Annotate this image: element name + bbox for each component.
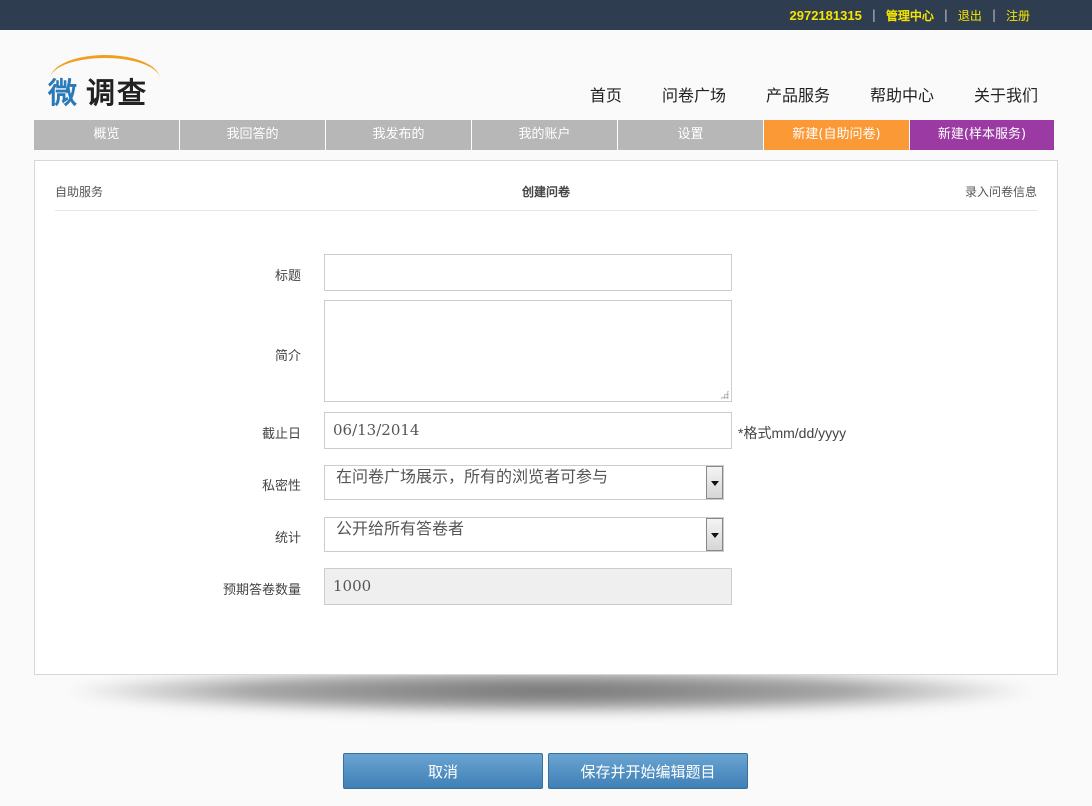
site-logo[interactable]: 微 调查	[44, 55, 164, 110]
tab-answered[interactable]: 我回答的	[180, 120, 326, 150]
expected-count-input[interactable]: 1000	[324, 568, 732, 605]
create-survey-panel: 自助服务 创建问卷 录入问卷信息 标题 简介 截止日 06/13/2014 *格…	[34, 160, 1058, 675]
nav-products[interactable]: 产品服务	[766, 82, 830, 106]
separator: |	[991, 8, 996, 22]
stats-label: 统计	[274, 531, 301, 546]
expected-count-label: 预期答卷数量	[222, 583, 301, 598]
privacy-label: 私密性	[261, 479, 301, 494]
title-input[interactable]	[324, 254, 732, 291]
resize-grip-icon[interactable]	[720, 390, 729, 399]
page-title: 创建问卷	[521, 185, 570, 199]
tab-settings[interactable]: 设置	[618, 120, 764, 150]
privacy-select[interactable]: 在问卷广场展示，所有的浏览者可参与	[324, 465, 724, 500]
separator: |	[871, 8, 876, 22]
cancel-button[interactable]: 取消	[343, 753, 543, 789]
main-nav: 首页 问卷广场 产品服务 帮助中心 关于我们	[590, 82, 1038, 106]
logo-text: 调查	[86, 76, 149, 110]
tab-overview[interactable]: 概览	[34, 120, 180, 150]
nav-about[interactable]: 关于我们	[974, 82, 1038, 106]
top-bar: 2972181315 | 管理中心 | 退出 | 注册	[0, 0, 1092, 30]
register-link[interactable]: 注册	[1006, 7, 1030, 24]
logout-link[interactable]: 退出	[958, 7, 982, 24]
title-label: 标题	[274, 269, 301, 284]
top-links: 2972181315 | 管理中心 | 退出 | 注册	[790, 0, 1031, 30]
nav-survey-square[interactable]: 问卷广场	[662, 82, 726, 106]
save-and-edit-button[interactable]: 保存并开始编辑题目	[548, 753, 748, 789]
account-tabs: 概览 我回答的 我发布的 我的账户 设置 新建(自助问卷) 新建(样本服务)	[34, 120, 1054, 150]
panel-header: 自助服务 创建问卷 录入问卷信息	[55, 179, 1037, 211]
admin-center-link[interactable]: 管理中心	[886, 7, 934, 24]
separator: |	[943, 8, 948, 22]
tab-new-sample-service[interactable]: 新建(样本服务)	[910, 120, 1054, 150]
deadline-format-hint: *格式mm/dd/yyyy	[738, 425, 847, 441]
step-label: 录入问卷信息	[964, 185, 1037, 199]
nav-help[interactable]: 帮助中心	[870, 82, 934, 106]
chevron-down-icon[interactable]	[706, 466, 723, 499]
nav-home[interactable]: 首页	[590, 82, 622, 106]
stats-select[interactable]: 公开给所有答卷者	[324, 517, 724, 552]
user-id: 2972181315	[789, 7, 862, 23]
intro-textarea[interactable]	[324, 300, 732, 402]
intro-label: 简介	[274, 349, 301, 364]
tab-published[interactable]: 我发布的	[326, 120, 472, 150]
deadline-label: 截止日	[261, 427, 301, 442]
tab-account[interactable]: 我的账户	[472, 120, 618, 150]
tab-new-self-survey[interactable]: 新建(自助问卷)	[764, 120, 910, 150]
deadline-input[interactable]: 06/13/2014	[324, 412, 732, 449]
chevron-down-icon[interactable]	[706, 518, 723, 551]
logo-char: 微	[48, 76, 80, 110]
